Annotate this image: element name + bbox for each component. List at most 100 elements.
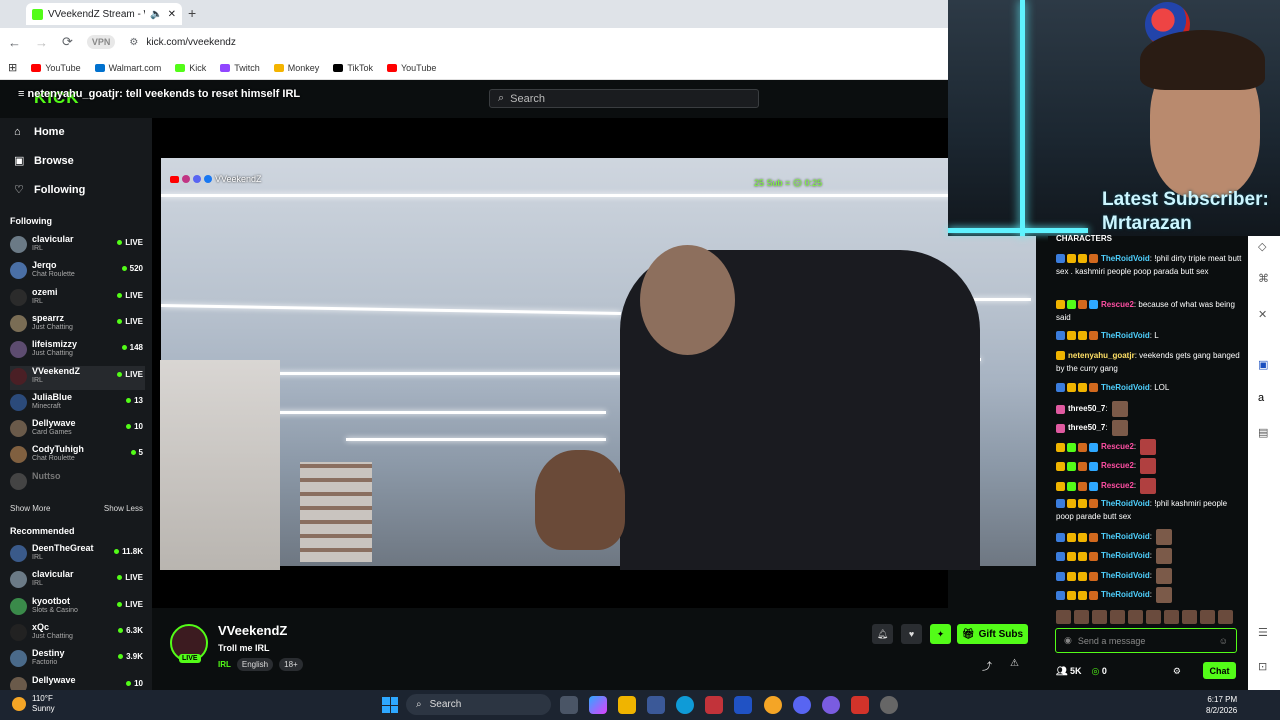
url-field[interactable]: kick.com/vveekendz	[146, 37, 235, 48]
discord-alt-icon[interactable]	[822, 696, 840, 714]
chat-message[interactable]: three50_7:	[1056, 401, 1242, 417]
bookmark-item[interactable]: Twitch	[220, 63, 260, 73]
nav-home[interactable]: ⌂ Home	[14, 126, 65, 138]
vpn-badge[interactable]: VPN	[86, 35, 116, 49]
chat-message[interactable]: TheRoidVoid:	[1056, 529, 1242, 545]
chat-username[interactable]: three50_7	[1068, 404, 1105, 413]
taskbar-clock[interactable]: 6:17 PM 8/2/2026	[1206, 694, 1237, 716]
sidebar-channel-item[interactable]: clavicular IRL LIVE	[10, 234, 145, 258]
chat-username[interactable]: Rescue2	[1101, 461, 1134, 470]
sidebar-channel-item[interactable]: ozemi IRL LIVE	[10, 287, 145, 311]
bookmark-item[interactable]: Kick	[175, 63, 206, 73]
sidebar-channel-item[interactable]: VVeekendZ IRL LIVE	[10, 365, 145, 390]
chat-username[interactable]: TheRoidVoid	[1101, 499, 1150, 508]
nav-following[interactable]: ♡ Following	[14, 183, 85, 197]
show-more-button[interactable]: Show More	[10, 504, 50, 513]
channel-points[interactable]: ◎ 0	[1091, 666, 1106, 677]
discord-taskbar-icon[interactable]	[793, 696, 811, 714]
chat-username[interactable]: Rescue2	[1101, 481, 1134, 490]
show-less-button[interactable]: Show Less	[104, 504, 143, 513]
windows-start-icon[interactable]	[382, 697, 398, 713]
sidebar-amazon-icon[interactable]: a	[1258, 392, 1264, 404]
store-icon[interactable]	[647, 696, 665, 714]
chat-message[interactable]: netenyahu_goatjr: veekends gets gang ban…	[1056, 349, 1242, 375]
nav-browse[interactable]: ▣ Browse	[14, 154, 74, 168]
chat-send-button[interactable]: Chat	[1203, 662, 1236, 679]
chat-message[interactable]: Rescue2: because of what was being said	[1056, 298, 1242, 324]
new-tab-button[interactable]: +	[188, 5, 196, 21]
sidebar-expand-icon[interactable]: ⊡	[1258, 660, 1267, 673]
sidebar-channel-item[interactable]: Dellywave Card Games 10	[10, 418, 145, 442]
sidebar-tag-icon[interactable]: ◇	[1258, 240, 1266, 253]
sidebar-channel-item[interactable]: clavicular IRL LIVE	[10, 569, 145, 593]
task-view-icon[interactable]	[560, 696, 578, 714]
edge-icon[interactable]	[676, 696, 694, 714]
sidebar-channel-item[interactable]: Destiny Factorio 3.9K	[10, 648, 145, 672]
sidebar-tools-icon[interactable]: ✕	[1258, 308, 1267, 321]
chat-message[interactable]: TheRoidVoid: LOL	[1056, 381, 1242, 394]
chat-message-input[interactable]: ◉ Send a message ☺	[1055, 628, 1237, 653]
forward-icon[interactable]: →	[35, 35, 48, 50]
chat-username[interactable]: three50_7	[1068, 423, 1105, 432]
bookmark-item[interactable]: Monkey	[273, 63, 319, 73]
chat-username[interactable]: Rescue2	[1101, 300, 1134, 309]
chrome-icon[interactable]	[764, 696, 782, 714]
app-icon-red[interactable]	[705, 696, 723, 714]
sidebar-channel-item[interactable]: spearrz Just Chatting LIVE	[10, 313, 145, 337]
chat-username[interactable]: TheRoidVoid	[1101, 254, 1150, 263]
chat-message[interactable]: TheRoidVoid: L	[1056, 329, 1242, 342]
chat-message[interactable]: TheRoidVoid: !phil dirty triple meat but…	[1056, 252, 1242, 278]
close-tab-icon[interactable]: ✕	[168, 9, 176, 20]
sidebar-bing-icon[interactable]: ▣	[1258, 358, 1268, 371]
chat-username[interactable]: Rescue2	[1101, 442, 1134, 451]
app-icon-game[interactable]	[851, 696, 869, 714]
sidebar-channel-item[interactable]: Nuttso	[10, 471, 145, 495]
tag-mature[interactable]: 18+	[279, 658, 303, 671]
settings-taskbar-icon[interactable]	[880, 696, 898, 714]
follow-heart-button[interactable]: ♥	[901, 624, 922, 644]
chat-message[interactable]: TheRoidVoid:	[1056, 587, 1242, 603]
chat-message[interactable]: TheRoidVoid:	[1056, 548, 1242, 564]
chat-message[interactable]: TheRoidVoid: !phil kashmiri people poop …	[1056, 497, 1242, 523]
back-icon[interactable]: ←	[8, 35, 21, 50]
apps-grid-icon[interactable]: ⊞	[8, 61, 17, 74]
bookmark-item[interactable]: YouTube	[386, 63, 436, 73]
notification-bell-button[interactable]: 🔔︎	[872, 624, 893, 644]
sidebar-channel-item[interactable]: kyootbot Slots & Casino LIVE	[10, 596, 145, 620]
chat-username[interactable]: TheRoidVoid	[1101, 383, 1150, 392]
bookmark-item[interactable]: YouTube	[31, 63, 81, 73]
sidebar-gamepad-icon[interactable]: ⌘	[1258, 272, 1269, 285]
gift-subs-button[interactable]: 🎁︎ Gift Subs	[957, 624, 1028, 644]
speaker-icon[interactable]: 🔈	[150, 9, 162, 20]
chat-message[interactable]: three50_7:	[1056, 420, 1242, 436]
chat-username[interactable]: TheRoidVoid	[1101, 532, 1150, 541]
share-icon[interactable]: ⤴	[982, 658, 992, 673]
chat-username[interactable]: netenyahu_goatjr	[1068, 351, 1135, 360]
app-icon-blue[interactable]	[734, 696, 752, 714]
bookmark-item[interactable]: TikTok	[333, 63, 373, 73]
sidebar-channel-item[interactable]: lifeismizzy Just Chatting 148	[10, 339, 145, 363]
sidebar-channel-item[interactable]: Jerqo Chat Roulette 520	[10, 260, 145, 284]
search-input[interactable]: ⌕ Search	[489, 89, 759, 108]
stream-category-link[interactable]: IRL	[218, 660, 231, 669]
weather-widget[interactable]: 110°F Sunny	[12, 694, 55, 714]
channel-name[interactable]: VVeekendZ	[218, 623, 287, 638]
chat-gear-icon[interactable]: ⚙	[1173, 666, 1181, 677]
tag-language[interactable]: English	[236, 658, 274, 671]
sidebar-customize-icon[interactable]: ☰	[1258, 626, 1268, 639]
reload-icon[interactable]: ⟳	[62, 34, 73, 50]
site-settings-icon[interactable]: ⚙	[129, 37, 138, 48]
chat-username[interactable]: TheRoidVoid	[1101, 551, 1150, 560]
chat-message[interactable]: Rescue2:	[1056, 478, 1242, 494]
chat-message[interactable]: Rescue2:	[1056, 439, 1242, 455]
copilot-icon[interactable]	[589, 696, 607, 714]
bookmark-item[interactable]: Walmart.com	[94, 63, 161, 73]
sidebar-shopping-icon[interactable]: ▤	[1258, 426, 1268, 439]
chat-settings-icon[interactable]: ◉	[1064, 635, 1072, 646]
chat-username[interactable]: TheRoidVoid	[1101, 331, 1150, 340]
chat-message[interactable]: Rescue2:	[1056, 458, 1242, 474]
taskbar-search[interactable]: ⌕ Search	[406, 694, 551, 715]
report-icon[interactable]: ⚠	[1010, 658, 1019, 669]
sidebar-channel-item[interactable]: JuliaBlue Minecraft 13	[10, 392, 145, 416]
emote-bar[interactable]	[1056, 610, 1233, 624]
